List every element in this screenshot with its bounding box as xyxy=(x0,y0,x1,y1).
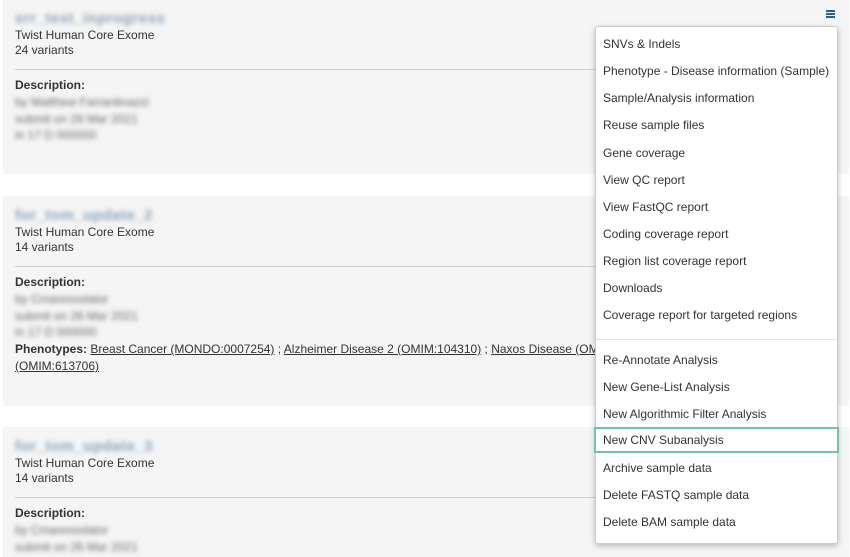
sample-id: in 17 D 000000 xyxy=(15,325,97,339)
phenotype-link[interactable]: Breast Cancer (MONDO:0007254) xyxy=(90,342,274,356)
sample-platform: Twist Human Core Exome xyxy=(15,28,155,42)
menu-item-delete-bam-data[interactable]: Delete BAM sample data xyxy=(596,509,837,535)
menu-item-gene-coverage[interactable]: Gene coverage xyxy=(596,140,837,166)
divider xyxy=(15,69,595,70)
phenotype-link[interactable]: Alzheimer Disease 2 (OMIM:104310) xyxy=(284,342,481,356)
sample-id: in 17 D 000000 xyxy=(15,128,97,142)
menu-item-snvs-indels[interactable]: SNVs & Indels xyxy=(596,31,837,57)
menu-item-coding-coverage-report[interactable]: Coding coverage report xyxy=(596,221,837,247)
submitter-line: by Matthew Farrantinazzi xyxy=(15,95,150,109)
menu-item-phenotype-disease-info[interactable]: Phenotype - Disease information (Sample) xyxy=(596,58,837,84)
divider xyxy=(15,497,595,498)
menu-divider xyxy=(596,339,837,340)
submitted-date: submit on 26 Mar 2021 xyxy=(15,540,138,554)
menu-item-reuse-sample-files[interactable]: Reuse sample files xyxy=(596,112,837,138)
menu-item-downloads[interactable]: Downloads xyxy=(596,275,837,301)
phenotype-link[interactable]: (OMIM:613706) xyxy=(15,359,99,373)
menu-item-reannotate-analysis[interactable]: Re-Annotate Analysis xyxy=(596,347,837,373)
submitted-date: submit on 26 Mar 2021 xyxy=(15,112,138,126)
sample-title[interactable]: for_tom_update_2 xyxy=(15,207,153,224)
menu-item-new-cnv-subanalysis[interactable]: New CNV Subanalysis xyxy=(594,427,839,453)
submitter-line: by Cmaressxlator xyxy=(15,523,109,537)
sample-title[interactable]: for_tom_update_3 xyxy=(15,438,153,455)
analysis-actions-menu: SNVs & Indels Phenotype - Disease inform… xyxy=(594,26,839,544)
submitter-line: by Cmaressxlator xyxy=(15,292,109,306)
description-label: Description: xyxy=(15,78,86,92)
description-label: Description: xyxy=(15,275,86,289)
menu-item-delete-fastq-data[interactable]: Delete FASTQ sample data xyxy=(596,482,837,508)
menu-item-region-list-coverage-report[interactable]: Region list coverage report xyxy=(596,248,837,274)
sample-platform: Twist Human Core Exome xyxy=(15,456,155,470)
menu-item-coverage-targeted-regions[interactable]: Coverage report for targeted regions xyxy=(596,302,837,328)
divider xyxy=(15,266,595,267)
menu-item-new-gene-list-analysis[interactable]: New Gene-List Analysis xyxy=(596,374,837,400)
menu-item-sample-analysis-info[interactable]: Sample/Analysis information xyxy=(596,85,837,111)
hamburger-icon[interactable] xyxy=(825,8,837,20)
sample-title[interactable]: srr_test_inprogress xyxy=(15,10,165,27)
menu-item-view-qc-report[interactable]: View QC report xyxy=(596,167,837,193)
sample-variant-count: 14 variants xyxy=(15,240,74,254)
menu-item-view-fastqc-report[interactable]: View FastQC report xyxy=(596,194,837,220)
menu-item-new-algorithmic-filter-analysis[interactable]: New Algorithmic Filter Analysis xyxy=(596,401,837,427)
submitted-date: submit on 26 Mar 2021 xyxy=(15,309,138,323)
sample-platform: Twist Human Core Exome xyxy=(15,225,155,239)
phenotypes-label: Phenotypes: xyxy=(15,342,88,356)
sample-variant-count: 14 variants xyxy=(15,471,74,485)
phenotypes-line: Phenotypes: Breast Cancer (MONDO:0007254… xyxy=(15,342,599,373)
description-label: Description: xyxy=(15,506,86,520)
menu-item-archive-sample-data[interactable]: Archive sample data xyxy=(596,455,837,481)
phenotype-link[interactable]: Naxos Disease (OM xyxy=(491,342,598,356)
sample-variant-count: 24 variants xyxy=(15,43,74,57)
